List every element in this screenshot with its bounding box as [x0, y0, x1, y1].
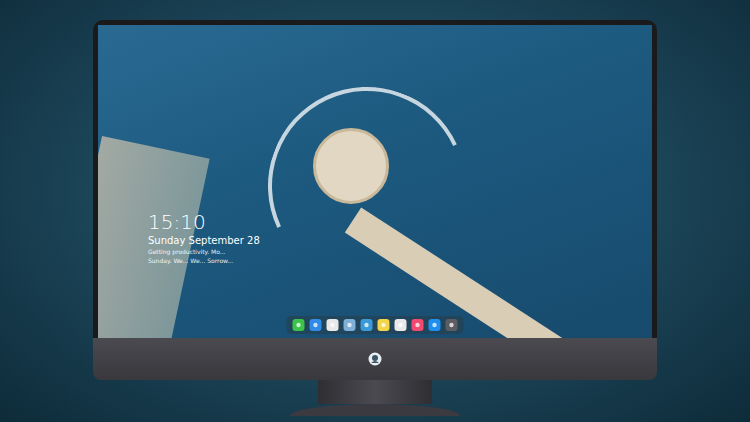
app-glyph-icon [295, 321, 303, 329]
app-glyph-icon [363, 321, 371, 329]
app-icon[interactable] [412, 319, 424, 331]
app-glyph-icon [380, 321, 388, 329]
notification-line: Getting productivity. Mo... [148, 248, 260, 256]
clock-widget: 15:10 Sunday September 28 Getting produc… [148, 211, 260, 265]
monitor-bezel: 15:10 Sunday September 28 Getting produc… [93, 20, 657, 338]
lock-screen[interactable]: 15:10 Sunday September 28 Getting produc… [98, 25, 652, 338]
app-icon[interactable] [395, 319, 407, 331]
app-icon[interactable] [344, 319, 356, 331]
app-glyph-icon [431, 321, 439, 329]
pier-head [313, 128, 389, 204]
app-glyph-icon [414, 321, 422, 329]
app-icon[interactable] [429, 319, 441, 331]
clock-date: Sunday September 28 [148, 234, 260, 247]
monitor: 15:10 Sunday September 28 Getting produc… [93, 20, 657, 422]
app-icon[interactable] [361, 319, 373, 331]
app-icon[interactable] [310, 319, 322, 331]
app-glyph-icon [448, 321, 456, 329]
backdrop: 15:10 Sunday September 28 Getting produc… [0, 0, 750, 422]
app-glyph-icon [329, 321, 337, 329]
app-glyph-icon [312, 321, 320, 329]
monitor-base [290, 404, 460, 416]
clock-time: 15:10 [148, 211, 260, 233]
notification-line: Sunday. We... We... Sorrow... [148, 257, 260, 265]
app-icon[interactable] [446, 319, 458, 331]
app-glyph-icon [397, 321, 405, 329]
app-icon[interactable] [327, 319, 339, 331]
logo-icon [368, 352, 382, 366]
app-glyph-icon [346, 321, 354, 329]
monitor-stand [318, 380, 432, 404]
app-icon[interactable] [293, 319, 305, 331]
monitor-chin [93, 338, 657, 380]
wallpaper-photo [98, 25, 652, 338]
dock [287, 316, 464, 334]
app-icon[interactable] [378, 319, 390, 331]
